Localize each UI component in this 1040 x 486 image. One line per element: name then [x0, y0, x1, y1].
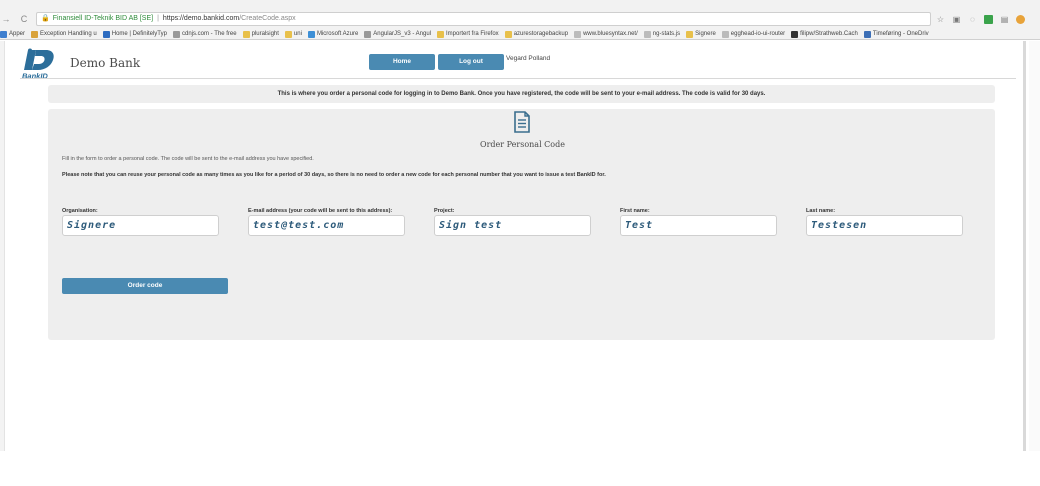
bookmark-item[interactable]: filipw/Strathweb.Cach: [791, 30, 858, 38]
bookmark-label: Signere: [695, 31, 716, 37]
first-name-field[interactable]: Test: [620, 215, 777, 236]
bookmark-label: Apper: [9, 31, 26, 37]
bookmark-label: AngularJS_v3 - Angul: [373, 31, 431, 37]
bookmark-icon: [863, 30, 871, 38]
form-intro: Fill in the form to order a personal cod…: [62, 156, 314, 162]
address-separator: |: [157, 15, 159, 22]
form-title: Order Personal Code: [480, 140, 565, 149]
header-divider: [20, 78, 1016, 79]
browser-chrome: → C 🔒 Finansiell ID-Teknik BID AB [SE] | ht…: [0, 0, 1040, 40]
last-name-label: Last name:: [806, 208, 836, 214]
bookmark-item[interactable]: pluralsight: [242, 30, 279, 38]
bookmark-icon: [307, 30, 315, 38]
bookmark-item[interactable]: Microsoft Azure: [307, 30, 359, 38]
bookmark-item[interactable]: Apper: [0, 30, 26, 38]
first-name-label: First name:: [620, 208, 650, 214]
bookmark-label: filipw/Strathweb.Cach: [800, 31, 858, 37]
bookmark-item[interactable]: Exception Handling u: [31, 30, 97, 38]
document-icon: [512, 110, 532, 134]
bookmark-item[interactable]: www.bluesyntax.net/: [574, 30, 638, 38]
bookmarks-bar: Apper Exception Handling u Home | Definite…: [0, 29, 1040, 39]
logout-button[interactable]: Log out: [438, 54, 504, 70]
bank-name: Demo Bank: [70, 56, 141, 70]
bookmark-label: azurestoragebackup: [513, 31, 569, 37]
site-identity: Finansiell ID-Teknik BID AB [SE]: [52, 15, 154, 22]
bookmark-item[interactable]: ng-stats.js: [643, 30, 681, 38]
bookmark-icon: [504, 30, 512, 38]
reload-icon[interactable]: C: [18, 14, 30, 24]
bookmark-icon: [242, 30, 250, 38]
bookmark-label: www.bluesyntax.net/: [583, 31, 638, 37]
bookmark-item[interactable]: Importert fra Firefox: [437, 30, 499, 38]
page-bottom-area: [0, 451, 1040, 486]
logged-in-user: Vegard Polland: [506, 55, 551, 62]
forward-icon[interactable]: →: [0, 14, 12, 24]
bookmark-item[interactable]: uni: [284, 30, 302, 38]
project-field[interactable]: Sign test: [434, 215, 591, 236]
bookmark-label: Exception Handling u: [40, 31, 97, 37]
project-label: Project:: [434, 208, 455, 214]
extension-icon[interactable]: ▤: [1000, 15, 1009, 24]
bookmark-icon: [574, 30, 582, 38]
bookmark-item[interactable]: egghead-io-ui-router: [721, 30, 786, 38]
bookmark-label: uni: [293, 31, 302, 37]
address-bar-row: → C 🔒 Finansiell ID-Teknik BID AB [SE] | ht…: [0, 12, 1040, 26]
bankid-logo-icon: BankID: [22, 48, 54, 81]
bookmark-icon: [31, 30, 39, 38]
bookmark-label: pluralsight: [251, 31, 279, 37]
bookmark-icon: [721, 30, 729, 38]
extension-icon[interactable]: ▣: [952, 15, 961, 24]
home-button[interactable]: Home: [369, 54, 435, 70]
extension-icon[interactable]: [1016, 14, 1025, 24]
address-bar[interactable]: 🔒 Finansiell ID-Teknik BID AB [SE] | https:…: [36, 12, 931, 26]
bookmark-item[interactable]: Timeføring - OneDriv: [863, 30, 929, 38]
extension-icon[interactable]: ◌: [968, 15, 977, 24]
star-icon[interactable]: ☆: [936, 15, 945, 24]
bookmark-icon: [172, 30, 180, 38]
bookmark-label: Timeføring - OneDriv: [872, 31, 929, 37]
bookmark-label: Home | DefinitelyTyp: [111, 31, 167, 37]
bookmark-item[interactable]: cdnjs.com - The free: [172, 30, 237, 38]
bookmark-label: egghead-io-ui-router: [730, 31, 786, 37]
last-name-field[interactable]: Testesen: [806, 215, 963, 236]
bookmark-icon: [686, 30, 694, 38]
bookmark-label: Importert fra Firefox: [446, 31, 499, 37]
window-right-edge: [1029, 41, 1040, 451]
info-banner: This is where you order a personal code …: [48, 85, 995, 103]
order-code-button[interactable]: Order code: [62, 278, 228, 294]
lock-icon: 🔒: [41, 15, 50, 22]
bookmark-item[interactable]: azurestoragebackup: [504, 30, 569, 38]
bookmark-icon: [0, 30, 7, 38]
bookmark-icon: [643, 30, 651, 38]
bookmark-item[interactable]: Signere: [686, 30, 716, 38]
bookmark-item[interactable]: Home | DefinitelyTyp: [102, 30, 167, 38]
url-path: /CreateCode.aspx: [239, 15, 296, 22]
bookmark-icon: [284, 30, 292, 38]
bookmark-icon: [791, 30, 799, 38]
bankid-logo[interactable]: BankID: [18, 48, 62, 81]
bookmark-icon: [102, 30, 110, 38]
browser-toolbar-icons: ☆ ▣ ◌ ▤: [936, 12, 1025, 26]
email-label: E-mail address (your code will be sent t…: [248, 208, 393, 214]
bookmark-label: ng-stats.js: [652, 31, 681, 37]
bookmark-icon: [437, 30, 444, 38]
organisation-label: Organisation:: [62, 208, 98, 214]
organisation-field[interactable]: Signere: [62, 215, 219, 236]
extension-icon[interactable]: [984, 14, 993, 24]
bookmark-icon: [364, 30, 372, 38]
bookmark-label: cdnjs.com - The free: [181, 31, 237, 37]
url-host: https://demo.bankid.com: [162, 15, 240, 22]
form-note: Please note that you can reuse your pers…: [62, 172, 606, 178]
bookmark-item[interactable]: AngularJS_v3 - Angul: [364, 30, 431, 38]
bookmark-label: Microsoft Azure: [316, 31, 359, 37]
email-field[interactable]: test@test.com: [248, 215, 405, 236]
